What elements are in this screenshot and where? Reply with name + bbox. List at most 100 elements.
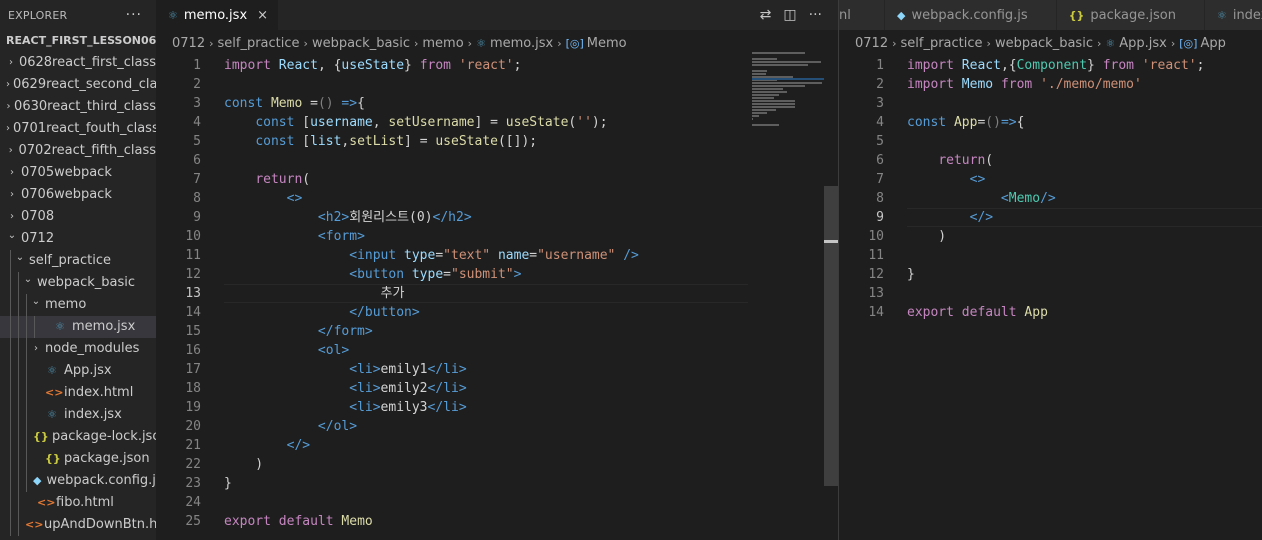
tree-folder[interactable]: › 0629react_second_class (0, 74, 156, 96)
line-number: 4 (193, 115, 201, 130)
code-token: </ (427, 381, 444, 396)
tree-file[interactable]: ⚛ App.jsx (0, 360, 156, 382)
minimap-line (752, 118, 754, 120)
code-token: ,{ (1000, 58, 1017, 73)
compare-changes-icon[interactable]: ⇄ (760, 7, 772, 23)
tree-folder[interactable]: › node_modules (0, 338, 156, 360)
tree-folder[interactable]: › 0705webpack (0, 162, 156, 184)
code-token: </> (286, 438, 311, 453)
code-token: > (341, 343, 350, 358)
code-token: [ (302, 134, 311, 149)
code-line: 3 (839, 94, 1262, 113)
code-token: import (907, 58, 962, 73)
tree-file[interactable]: ◆ webpack.config.js (0, 470, 156, 492)
code-token: < (317, 229, 326, 244)
breadcrumb-separator-icon: › (986, 36, 991, 50)
tree-folder[interactable]: ⌄ webpack_basic (0, 272, 156, 294)
code-token: const (255, 134, 303, 149)
tree-folder[interactable]: › 0706webpack (0, 184, 156, 206)
tab-package-json[interactable]: {} package.json (1056, 0, 1205, 30)
symbol-icon: [◎] (565, 36, 584, 50)
breadcrumb-separator-icon: › (1170, 36, 1176, 50)
minimap-line (752, 94, 779, 96)
minimap-line (752, 58, 778, 60)
breadcrumb-item[interactable]: 0712 (172, 36, 205, 51)
tab-webpack-config-js[interactable]: ◆ webpack.config.js (885, 0, 1057, 30)
code-token: from (419, 58, 459, 73)
code-token: const (907, 115, 954, 130)
tree-folder[interactable]: › 0708 (0, 206, 156, 228)
tree-file[interactable]: {}package-lock.json (0, 426, 156, 448)
line-number: 20 (185, 419, 201, 434)
tree-folder[interactable]: › 0702react_fifth_class (0, 140, 156, 162)
tab-memo-jsx[interactable]: ⚛ memo.jsx × (156, 0, 280, 30)
code-token: > (372, 362, 381, 377)
breadcrumb-item[interactable]: App (1200, 36, 1225, 51)
line-text: const [username, setUsername] = useState… (201, 113, 838, 132)
code-token: const (224, 96, 271, 111)
line-number: 3 (876, 96, 884, 111)
code-token: = (435, 248, 444, 263)
code-token: } (224, 476, 232, 491)
tree-file[interactable]: <> fibo.html (0, 492, 156, 514)
indent-guide (10, 514, 11, 536)
close-icon[interactable]: × (257, 8, 268, 23)
code-token: type (404, 248, 436, 263)
tree-file[interactable]: <> index.html (0, 382, 156, 404)
breadcrumb-item[interactable]: self_practice (218, 36, 300, 51)
line-text (884, 284, 1262, 303)
breadcrumb-item[interactable]: Memo (587, 36, 627, 51)
breadcrumb-item[interactable]: App.jsx (1119, 36, 1167, 51)
line-number: 23 (185, 476, 201, 491)
breadcrumb-separator-icon: › (413, 36, 419, 50)
tree-file[interactable]: ⚛ memo.jsx (0, 316, 156, 338)
code-token: < (317, 210, 326, 225)
line-text: return( (884, 151, 1262, 170)
code-token: form (333, 324, 365, 339)
tree-file[interactable]: {} package.json (0, 448, 156, 470)
tree-item-label: node_modules (45, 341, 140, 356)
tab-index-jsx[interactable]: ⚛ index.jsx (1204, 0, 1262, 30)
breadcrumb-item[interactable]: webpack_basic (995, 36, 1093, 51)
split-editor-icon[interactable]: ◫ (783, 7, 796, 23)
code-line: 4 const App=()=>{ (839, 113, 1262, 132)
breadcrumb-item[interactable]: self_practice (901, 36, 983, 51)
ellipsis-icon[interactable]: ··· (126, 7, 142, 23)
react-icon: ⚛ (47, 364, 57, 377)
vertical-scrollbar[interactable] (824, 56, 838, 540)
breadcrumb-item[interactable]: memo.jsx (490, 36, 553, 51)
line-text: </> (201, 436, 838, 455)
webpack-icon: ◆ (897, 8, 906, 22)
code-token: username (310, 115, 373, 130)
breadcrumb-item[interactable]: webpack_basic (312, 36, 410, 51)
code-token: React (278, 58, 318, 73)
tree-folder[interactable]: › 0630react_third_class (0, 96, 156, 118)
more-actions-icon[interactable]: ··· (809, 7, 822, 23)
line-number: 10 (868, 229, 884, 244)
code-editor-app[interactable]: 1 import React,{Component} from 'react'; 2… (839, 56, 1262, 322)
breadcrumb-item[interactable]: memo (422, 36, 463, 51)
minimap[interactable] (752, 52, 824, 126)
line-text: ) (201, 455, 838, 474)
tree-file[interactable]: ⚛ index.jsx (0, 404, 156, 426)
tree-folder[interactable]: › 0701react_fouth_class (0, 118, 156, 140)
tree-file[interactable]: <>upAndDownBtn.ht... (0, 514, 156, 536)
code-token: return (938, 153, 986, 168)
scrollbar-thumb[interactable] (824, 186, 838, 486)
tree-folder[interactable]: › 0628react_first_class (0, 52, 156, 74)
code-editor-memo[interactable]: 1 import React, {useState} from 'react'; 2… (156, 56, 838, 531)
tree-folder[interactable]: ⌄ memo (0, 294, 156, 316)
tree-item-label: 0628react_first_class (18, 55, 156, 70)
line-number: 19 (185, 400, 201, 415)
breadcrumb: 0712 › self_practice › webpack_basic › ⚛ App.js… (839, 30, 1262, 56)
code-token: ; (1196, 58, 1205, 73)
breadcrumb-item[interactable]: 0712 (855, 36, 888, 51)
workspace-root[interactable]: REACT_FIRST_LESSON0628 (0, 30, 156, 52)
tab-nl[interactable]: nl (839, 0, 885, 30)
